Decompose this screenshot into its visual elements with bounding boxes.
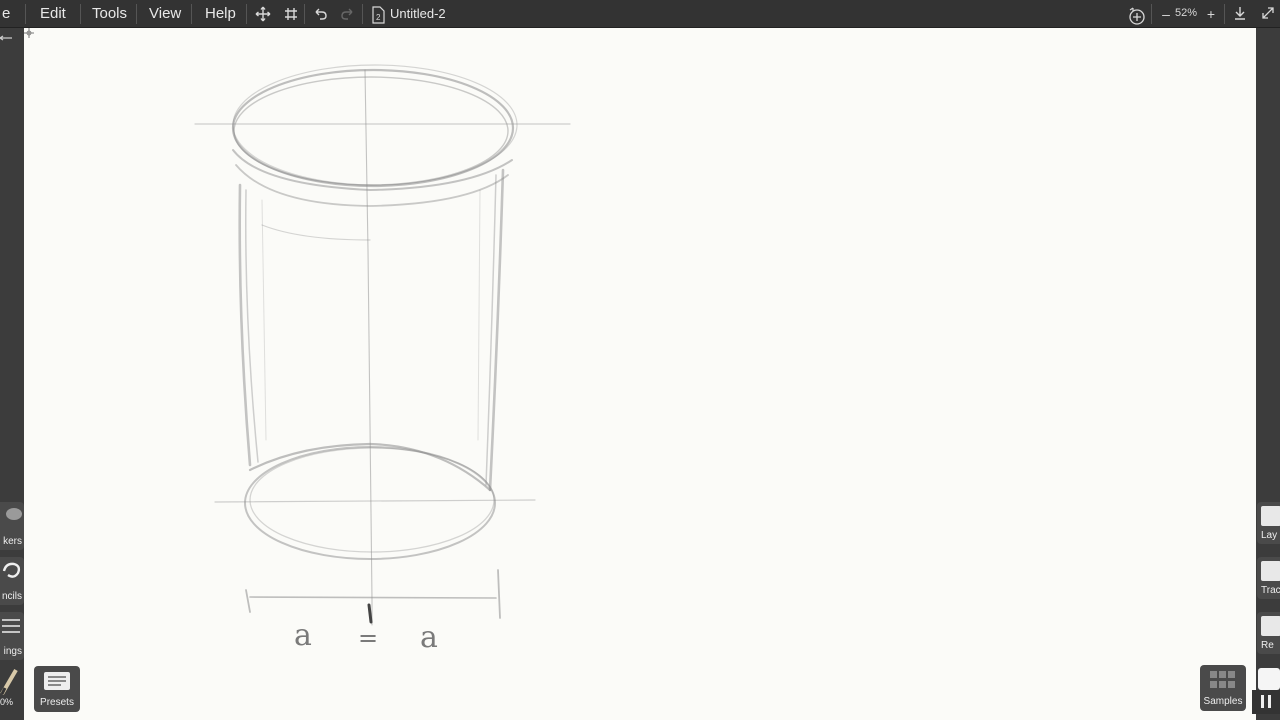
stencils-icon [2, 562, 21, 578]
menu-divider [25, 4, 26, 24]
menu-divider [1151, 4, 1152, 24]
menu-divider [246, 4, 247, 24]
pencil-brush-icon [0, 668, 18, 696]
samples-button[interactable]: Samples [1200, 665, 1246, 711]
document-title[interactable]: Untitled-2 [390, 0, 446, 27]
menu-divider [362, 4, 363, 24]
redo-icon[interactable] [338, 4, 358, 24]
menu-view[interactable]: View [143, 0, 187, 28]
zoom-in-button[interactable]: + [1201, 4, 1221, 24]
samples-label: Samples [1203, 696, 1243, 707]
layers-icon [1261, 506, 1280, 526]
document-icon[interactable]: 2 [368, 4, 388, 24]
menu-file[interactable]: e [0, 0, 16, 28]
settings-label: ings [3, 646, 22, 657]
menu-divider [136, 4, 137, 24]
sketch-equals: = [358, 624, 379, 652]
brush-size-value: 0% [0, 697, 14, 707]
presets-button[interactable]: Presets [34, 666, 80, 712]
settings-tab[interactable]: ings [0, 612, 24, 660]
menu-divider [304, 4, 305, 24]
layers-label: Lay [1261, 530, 1278, 541]
tracing-tab[interactable]: Trac [1257, 557, 1280, 599]
sketch-letter-left: a [294, 618, 312, 653]
stencils-tab[interactable]: ncils [0, 557, 24, 605]
menu-bar: e Edit Tools View Help 2 Untitled-2 – 52… [0, 0, 1280, 28]
zoom-level: 52% [1175, 7, 1198, 19]
stencils-label: ncils [1, 591, 22, 602]
panel-arrow-icon[interactable] [0, 34, 14, 42]
download-icon[interactable] [1230, 4, 1250, 24]
reference-icon [1261, 616, 1280, 636]
tracing-icon [1261, 561, 1280, 581]
presets-icon [44, 672, 70, 690]
samples-icon [1210, 671, 1235, 688]
color-swatch[interactable] [1258, 668, 1280, 690]
symmetry-icon[interactable] [1127, 4, 1147, 25]
svg-text:2: 2 [376, 13, 381, 22]
sketch-letter-right: a [420, 620, 438, 655]
pencil-sketch [194, 64, 571, 626]
markers-tab[interactable]: kers [0, 502, 24, 550]
undo-icon[interactable] [310, 4, 330, 24]
move-icon[interactable] [253, 4, 273, 24]
tracing-label: Trac [1261, 585, 1280, 596]
menu-divider [80, 4, 81, 24]
pause-icon[interactable] [1252, 690, 1280, 714]
zoom-out-button[interactable]: – [1156, 4, 1176, 24]
markers-label: kers [3, 536, 22, 547]
menu-divider [191, 4, 192, 24]
grid-icon[interactable] [281, 4, 301, 24]
presets-label: Presets [40, 697, 74, 708]
brush-cursor-icon [24, 28, 34, 38]
markers-icon [6, 508, 22, 520]
reference-label: Re [1261, 640, 1274, 651]
reference-tab[interactable]: Re [1257, 612, 1280, 654]
fullscreen-icon[interactable] [1258, 4, 1278, 24]
layers-tab[interactable]: Lay [1257, 502, 1280, 544]
settings-icon [2, 619, 20, 633]
menu-edit[interactable]: Edit [34, 0, 72, 28]
drawing-canvas[interactable]: a = a [24, 28, 1256, 720]
menu-tools[interactable]: Tools [86, 0, 133, 28]
menu-divider [1224, 4, 1225, 24]
menu-help[interactable]: Help [199, 0, 242, 28]
